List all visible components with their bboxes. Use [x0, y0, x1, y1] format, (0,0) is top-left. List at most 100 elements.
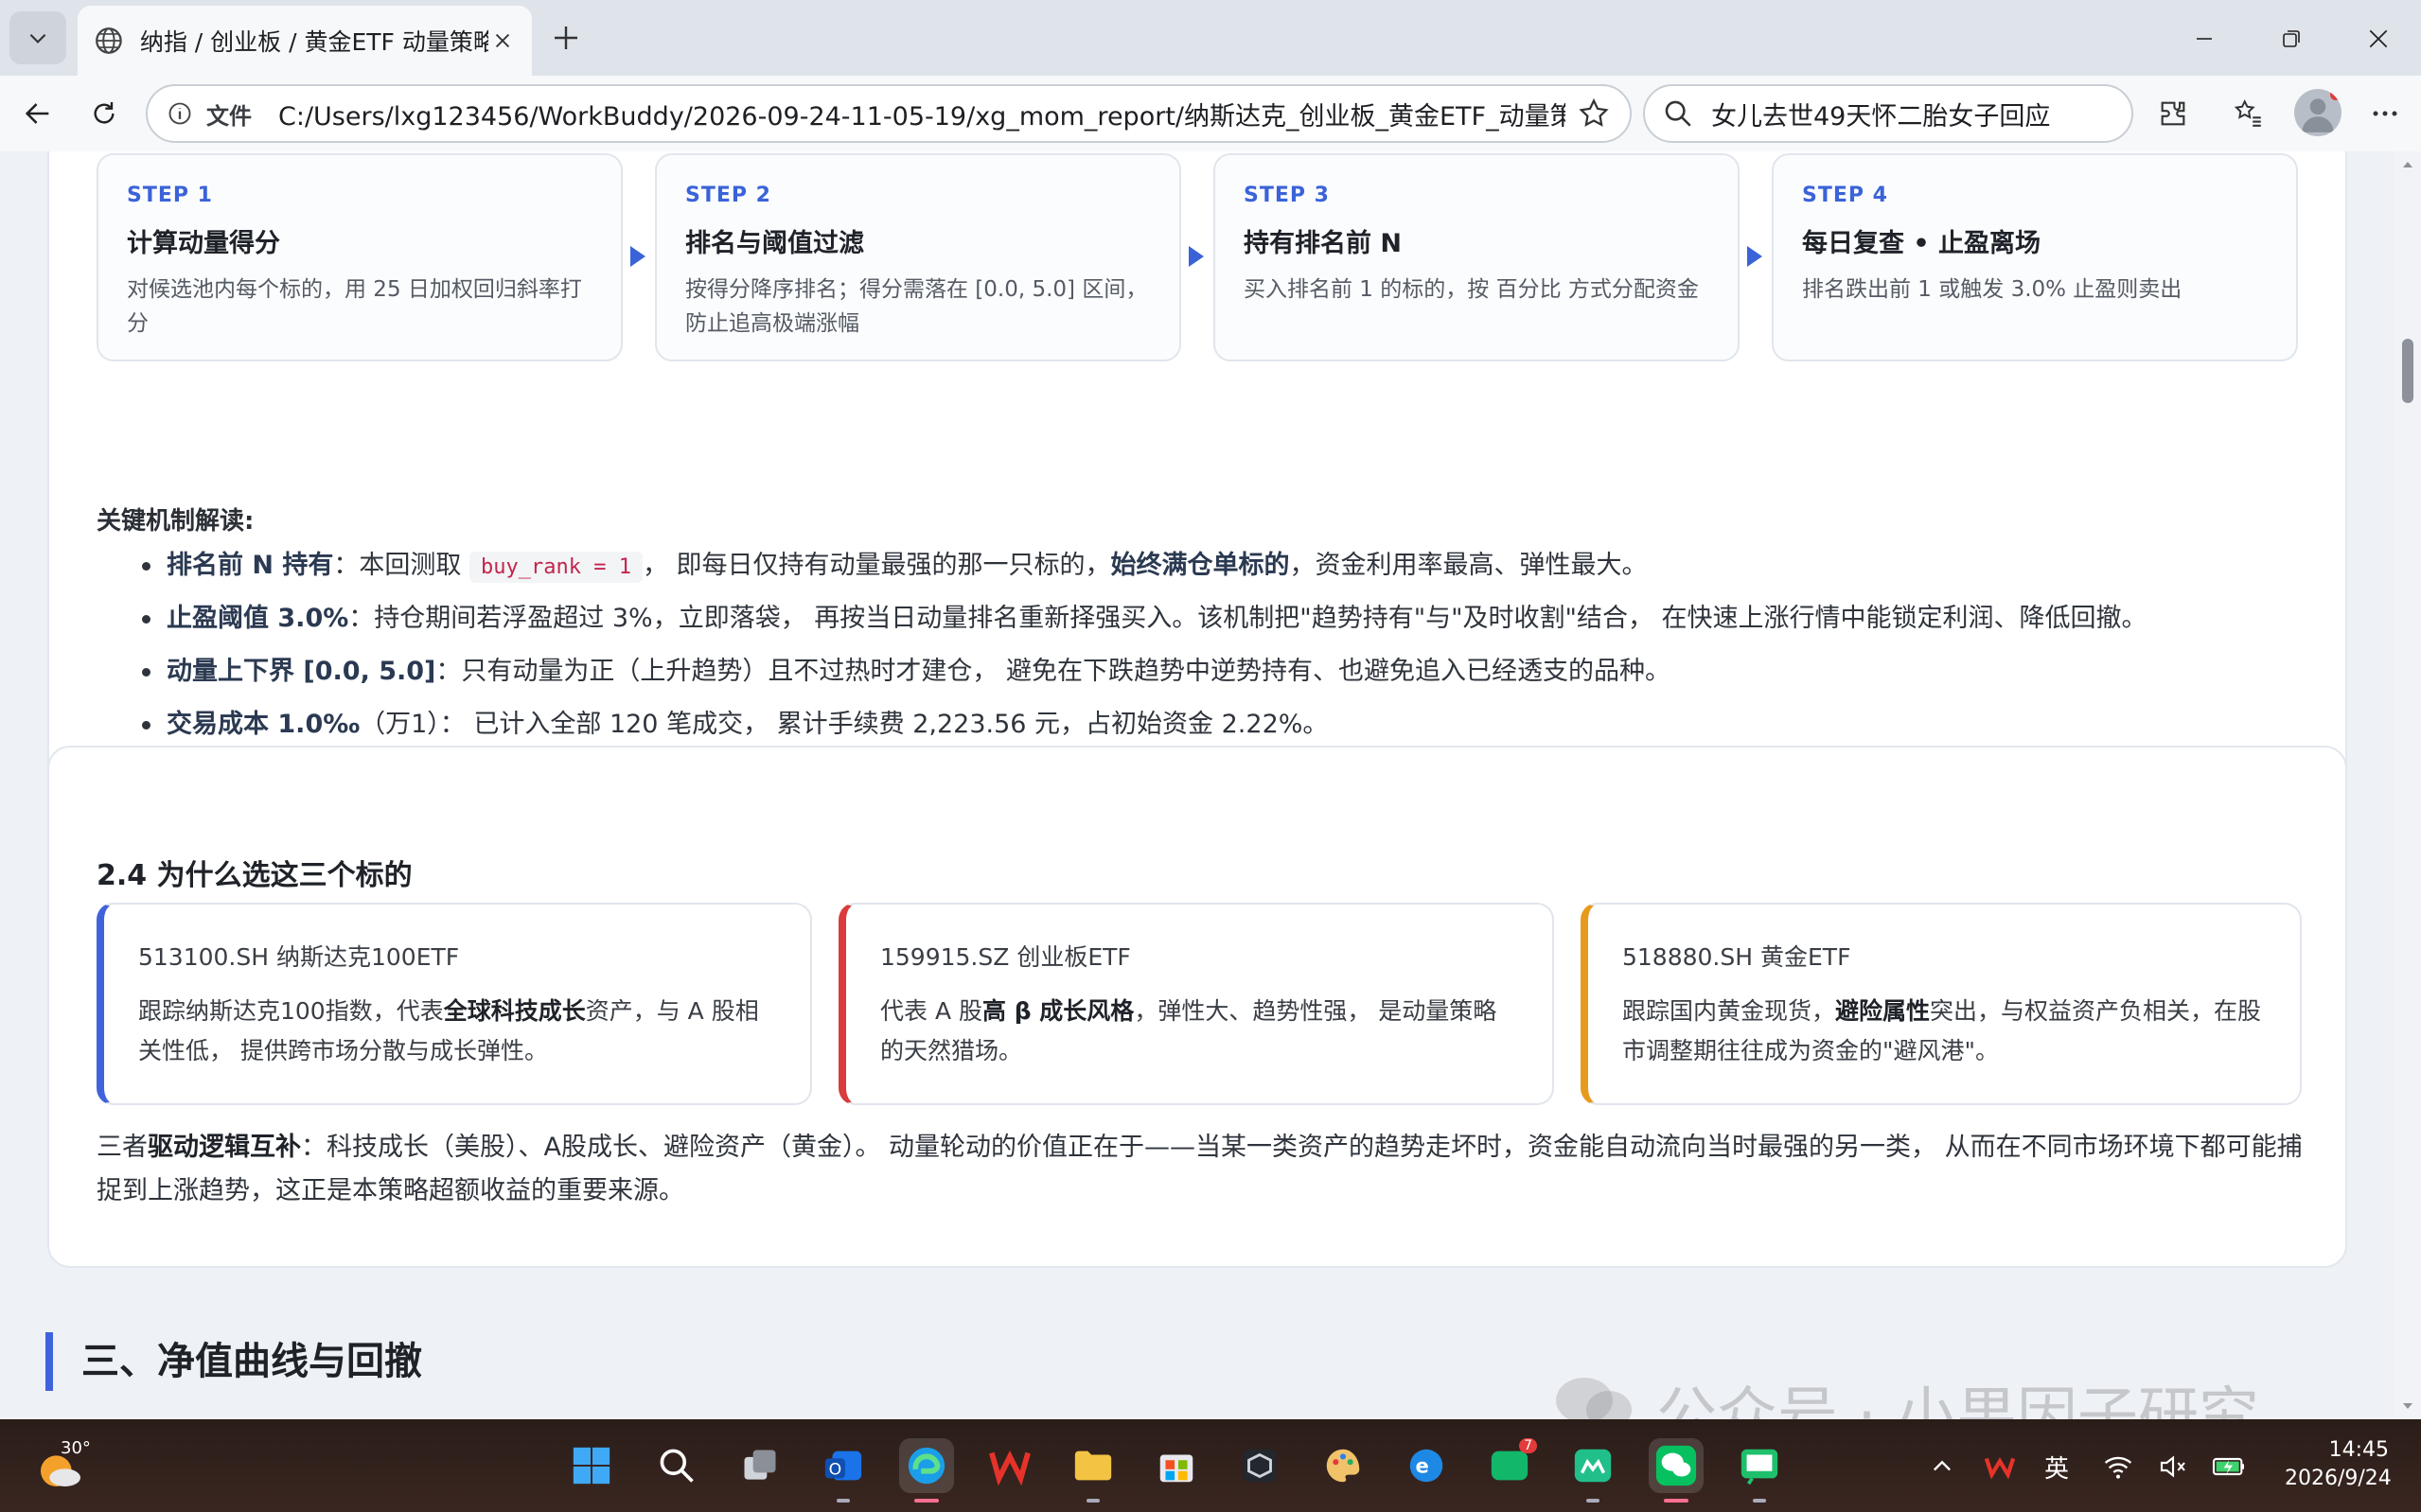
- scroll-thumb[interactable]: [2402, 339, 2413, 403]
- running-indicator: [1753, 1499, 1766, 1503]
- message-app[interactable]: 7: [1482, 1438, 1537, 1493]
- task-view-icon: [744, 1450, 776, 1480]
- step-desc: 买入排名前 1 的标的，按 百分比 方式分配资金: [1244, 277, 1699, 302]
- file-explorer-app[interactable]: [1066, 1438, 1121, 1503]
- palette-icon: [1326, 1449, 1360, 1483]
- info-icon[interactable]: [167, 100, 193, 127]
- step-title: 持有排名前 N: [1244, 229, 1402, 258]
- workbuddy-app[interactable]: [1232, 1438, 1287, 1493]
- etf-name: 518880.SH 黄金ETF: [1622, 943, 1851, 971]
- bullet-text: ：持仓期间若浮盈超过 3%，立即落袋， 再按当日动量排名重新择强买入。该机制把"…: [348, 604, 2147, 633]
- refresh-button[interactable]: [83, 93, 125, 134]
- etf-desc: 跟踪国内黄金现货，避险属性突出，与权益资产负相关，在股市调整期往往成为资金的"避…: [1622, 997, 2262, 1064]
- step-label: STEP 2: [685, 184, 771, 207]
- etf-desc: 跟踪纳斯达克100指数，代表全球科技成长资产，与 A 股相关性低， 提供跨市场分…: [138, 997, 759, 1064]
- paint-app[interactable]: [1316, 1438, 1370, 1493]
- extensions-button[interactable]: [2152, 93, 2194, 134]
- battery-charging-icon: [2212, 1457, 2244, 1476]
- bullet-text: ， 即每日仅持有动量最强的那一只标的，: [642, 551, 1111, 580]
- tab-actions-menu[interactable]: [9, 11, 66, 64]
- active-tab[interactable]: 纳指 / 创业板 / 黄金ETF 动量策略回: [78, 6, 532, 76]
- restore-button[interactable]: [2270, 17, 2313, 61]
- bullet-text: ：只有动量为正（上升趋势）且不过热时才建仓， 避免在下跌趋势中逆势持有、也避免追…: [435, 657, 1670, 686]
- minimize-icon: [2197, 38, 2212, 40]
- step-desc: 按得分降序排名；得分需落在 [0.0, 5.0] 区间，防止追高极端涨幅: [685, 277, 1148, 336]
- taskbar-search[interactable]: [649, 1438, 704, 1493]
- outlook-icon: O: [824, 1450, 862, 1481]
- cube-icon: [1243, 1449, 1277, 1483]
- battery-status[interactable]: [2211, 1448, 2247, 1486]
- chat-app[interactable]: [1732, 1438, 1787, 1503]
- step-card-1: STEP 1 计算动量得分 对候选池内每个标的，用 25 日加权回归斜率打分: [97, 153, 623, 361]
- favorites-button[interactable]: [2228, 93, 2270, 134]
- close-tab-icon[interactable]: [488, 26, 517, 55]
- running-indicator: [1664, 1499, 1688, 1503]
- step-desc: 对候选池内每个标的，用 25 日加权回归斜率打分: [127, 277, 582, 336]
- task-view[interactable]: [733, 1438, 787, 1493]
- tray-overflow[interactable]: [1929, 1448, 1955, 1486]
- back-button[interactable]: [17, 93, 59, 134]
- search-icon: [660, 1449, 694, 1483]
- list-item: 动量上下界 [0.0, 5.0]：只有动量为正（上升趋势）且不过热时才建仓， 避…: [134, 645, 2311, 698]
- wechat-app[interactable]: [1649, 1438, 1704, 1503]
- volume-muted-icon: [2160, 1455, 2185, 1478]
- step-title: 排名与阈值过滤: [685, 229, 864, 258]
- profile-avatar[interactable]: [2294, 89, 2341, 136]
- system-clock[interactable]: 14:45 2026/9/24: [2285, 1436, 2392, 1493]
- step-arrow-icon: [630, 246, 645, 267]
- outlook-app[interactable]: O: [816, 1438, 871, 1503]
- wifi-icon: [2104, 1456, 2132, 1479]
- start-button[interactable]: [564, 1438, 619, 1493]
- step-title: 每日复查 • 止盈离场: [1802, 229, 2041, 258]
- tab-bar: 纳指 / 创业板 / 黄金ETF 动量策略回: [0, 0, 2421, 76]
- weather-widget[interactable]: 30°: [34, 1438, 91, 1497]
- wps-tray-icon: [1984, 1457, 2016, 1480]
- address-bar[interactable]: 文件 C:/Users/lxg123456/WorkBuddy/2026-09-…: [146, 84, 1632, 143]
- bullet-strong: 交易成本 1.0‰: [167, 710, 361, 739]
- step-card-2: STEP 2 排名与阈值过滤 按得分降序排名；得分需落在 [0.0, 5.0] …: [655, 153, 1181, 361]
- new-tab-button[interactable]: [547, 19, 585, 57]
- code-snippet: buy_rank = 1: [469, 552, 643, 583]
- tray-wps[interactable]: [1984, 1448, 2016, 1486]
- bullet-strong: 排名前 N 持有: [167, 551, 334, 580]
- page-scrollbar[interactable]: [2394, 151, 2421, 1419]
- message-square-icon: [1741, 1449, 1778, 1486]
- page-viewport: STEP 1 计算动量得分 对候选池内每个标的，用 25 日加权回归斜率打分 S…: [0, 151, 2394, 1419]
- bullet-text: ：本回测取: [333, 551, 469, 580]
- bullet-strong: 动量上下界 [0.0, 5.0]: [167, 657, 436, 686]
- search-box[interactable]: 女儿去世49天怀二胎女子回应: [1643, 84, 2133, 143]
- ie-ai-app[interactable]: e: [1399, 1438, 1454, 1493]
- search-query[interactable]: 女儿去世49天怀二胎女子回应: [1711, 96, 2050, 132]
- globe-icon: [96, 27, 122, 54]
- minimize-button[interactable]: [2182, 17, 2226, 61]
- star-icon[interactable]: [1577, 97, 1611, 131]
- bullet-text: ，资金利用率最高、弹性最大。: [1289, 551, 1648, 580]
- puzzle-icon: [2161, 101, 2185, 126]
- wifi-status[interactable]: [2103, 1448, 2133, 1486]
- volume-status[interactable]: [2158, 1448, 2188, 1486]
- favorites-list-icon: [2234, 98, 2261, 127]
- notification-dot: [2330, 89, 2341, 100]
- close-window-button[interactable]: [2357, 17, 2400, 61]
- wps-app[interactable]: [982, 1438, 1037, 1493]
- scroll-up-icon[interactable]: [2400, 157, 2415, 172]
- cat-icon: [1574, 1449, 1612, 1483]
- store-app[interactable]: [1149, 1438, 1204, 1493]
- wechat-alt-app[interactable]: [1565, 1438, 1620, 1503]
- bullet-strong: 止盈阈值 3.0%: [167, 604, 349, 633]
- bullet-text: （万1）： 已计入全部 120 笔成交， 累计手续费 2,223.56 元，占初…: [360, 710, 1329, 739]
- edge-app[interactable]: [899, 1438, 954, 1503]
- chevron-down-icon: [29, 33, 46, 44]
- folder-icon: [1074, 1450, 1112, 1481]
- plus-icon: [555, 26, 577, 49]
- etf-card-gold: 518880.SH 黄金ETF 跟踪国内黄金现货，避险属性突出，与权益资产负相关…: [1581, 903, 2302, 1105]
- browser-ai-icon: e: [1409, 1449, 1443, 1483]
- ime-indicator[interactable]: 英: [2044, 1448, 2069, 1486]
- search-icon: [1665, 100, 1691, 127]
- etf-name: 159915.SZ 创业板ETF: [880, 943, 1131, 971]
- url-text[interactable]: C:/Users/lxg123456/WorkBuddy/2026-09-24-…: [278, 96, 1565, 132]
- step-label: STEP 3: [1244, 184, 1330, 207]
- more-menu-button[interactable]: [2364, 93, 2406, 134]
- scroll-down-icon[interactable]: [2400, 1398, 2415, 1414]
- etf-selection-card: 2.4 为什么选这三个标的 513100.SH 纳斯达克100ETF 跟踪纳斯达…: [47, 746, 2347, 1268]
